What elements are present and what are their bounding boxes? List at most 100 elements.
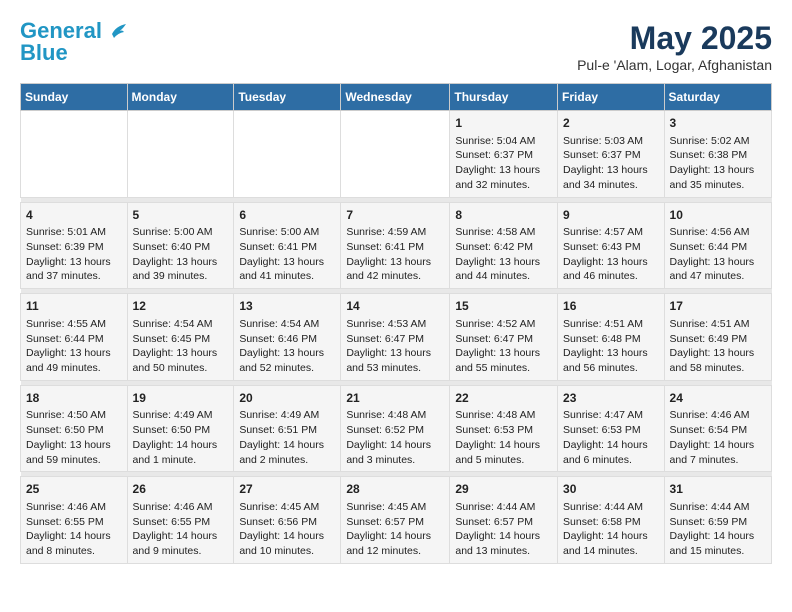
- day-info: Sunrise: 4:49 AM: [133, 408, 229, 423]
- calendar-week-row: 11Sunrise: 4:55 AMSunset: 6:44 PMDayligh…: [21, 294, 772, 381]
- day-info: Sunset: 6:53 PM: [563, 423, 659, 438]
- day-info: Daylight: 14 hours and 14 minutes.: [563, 529, 659, 558]
- day-info: Sunrise: 4:48 AM: [455, 408, 552, 423]
- day-info: Daylight: 13 hours and 59 minutes.: [26, 438, 122, 467]
- day-number: 24: [670, 390, 766, 407]
- day-number: 5: [133, 207, 229, 224]
- day-info: Daylight: 14 hours and 13 minutes.: [455, 529, 552, 558]
- calendar-cell: 31Sunrise: 4:44 AMSunset: 6:59 PMDayligh…: [664, 477, 771, 564]
- calendar-cell: 10Sunrise: 4:56 AMSunset: 6:44 PMDayligh…: [664, 202, 771, 289]
- header-sunday: Sunday: [21, 84, 128, 111]
- day-info: Sunset: 6:53 PM: [455, 423, 552, 438]
- day-info: Daylight: 13 hours and 46 minutes.: [563, 255, 659, 284]
- day-info: Daylight: 13 hours and 32 minutes.: [455, 163, 552, 192]
- calendar-cell: 5Sunrise: 5:00 AMSunset: 6:40 PMDaylight…: [127, 202, 234, 289]
- calendar-cell: [21, 111, 128, 198]
- day-info: Sunset: 6:47 PM: [346, 332, 444, 347]
- day-info: Sunrise: 4:49 AM: [239, 408, 335, 423]
- day-info: Sunrise: 4:51 AM: [670, 317, 766, 332]
- title-block: May 2025 Pul-e 'Alam, Logar, Afghanistan: [577, 20, 772, 73]
- day-info: Daylight: 14 hours and 3 minutes.: [346, 438, 444, 467]
- day-info: Sunrise: 4:57 AM: [563, 225, 659, 240]
- day-info: Sunrise: 4:44 AM: [455, 500, 552, 515]
- logo: GeneralBlue: [20, 20, 126, 64]
- month-title: May 2025: [577, 20, 772, 57]
- header-saturday: Saturday: [664, 84, 771, 111]
- day-info: Daylight: 13 hours and 44 minutes.: [455, 255, 552, 284]
- day-info: Sunset: 6:57 PM: [346, 515, 444, 530]
- calendar-cell: [234, 111, 341, 198]
- calendar-cell: 25Sunrise: 4:46 AMSunset: 6:55 PMDayligh…: [21, 477, 128, 564]
- day-number: 3: [670, 115, 766, 132]
- day-number: 7: [346, 207, 444, 224]
- day-number: 14: [346, 298, 444, 315]
- day-number: 4: [26, 207, 122, 224]
- calendar-cell: 29 Sunrise: 4:44 AMSunset: 6:57 PMDayligh…: [450, 477, 558, 564]
- day-number: 13: [239, 298, 335, 315]
- calendar-cell: 7Sunrise: 4:59 AMSunset: 6:41 PMDaylight…: [341, 202, 450, 289]
- day-info: Sunrise: 4:56 AM: [670, 225, 766, 240]
- day-info: Daylight: 13 hours and 49 minutes.: [26, 346, 122, 375]
- calendar-week-row: 25Sunrise: 4:46 AMSunset: 6:55 PMDayligh…: [21, 477, 772, 564]
- day-number: 16: [563, 298, 659, 315]
- day-info: Sunrise: 5:03 AM: [563, 134, 659, 149]
- day-info: Sunrise: 5:00 AM: [133, 225, 229, 240]
- day-info: Daylight: 13 hours and 37 minutes.: [26, 255, 122, 284]
- calendar-cell: 27Sunrise: 4:45 AMSunset: 6:56 PMDayligh…: [234, 477, 341, 564]
- day-info: Sunrise: 4:54 AM: [239, 317, 335, 332]
- day-info: Sunset: 6:49 PM: [670, 332, 766, 347]
- day-number: 2: [563, 115, 659, 132]
- day-info: Sunrise: 4:52 AM: [455, 317, 552, 332]
- day-info: Sunset: 6:37 PM: [455, 148, 552, 163]
- calendar-week-row: 1Sunrise: 5:04 AMSunset: 6:37 PMDaylight…: [21, 111, 772, 198]
- day-info: Daylight: 13 hours and 39 minutes.: [133, 255, 229, 284]
- calendar-header-row: SundayMondayTuesdayWednesdayThursdayFrid…: [21, 84, 772, 111]
- day-info: Sunrise: 4:59 AM: [346, 225, 444, 240]
- day-info: Sunrise: 4:53 AM: [346, 317, 444, 332]
- day-info: Daylight: 13 hours and 55 minutes.: [455, 346, 552, 375]
- day-info: Daylight: 14 hours and 2 minutes.: [239, 438, 335, 467]
- day-number: 22: [455, 390, 552, 407]
- day-info: Sunset: 6:57 PM: [455, 515, 552, 530]
- day-number: 17: [670, 298, 766, 315]
- day-info: Sunrise: 4:54 AM: [133, 317, 229, 332]
- day-number: 10: [670, 207, 766, 224]
- day-number: 11: [26, 298, 122, 315]
- day-info: Daylight: 13 hours and 41 minutes.: [239, 255, 335, 284]
- day-info: Sunset: 6:44 PM: [670, 240, 766, 255]
- day-number: 31: [670, 481, 766, 498]
- day-info: Daylight: 13 hours and 52 minutes.: [239, 346, 335, 375]
- day-info: Sunrise: 4:46 AM: [133, 500, 229, 515]
- header-friday: Friday: [558, 84, 665, 111]
- day-info: Daylight: 14 hours and 10 minutes.: [239, 529, 335, 558]
- location-title: Pul-e 'Alam, Logar, Afghanistan: [577, 57, 772, 73]
- day-info: Sunset: 6:46 PM: [239, 332, 335, 347]
- day-number: 9: [563, 207, 659, 224]
- day-info: Sunset: 6:58 PM: [563, 515, 659, 530]
- calendar-cell: 2Sunrise: 5:03 AMSunset: 6:37 PMDaylight…: [558, 111, 665, 198]
- day-info: Daylight: 14 hours and 1 minute.: [133, 438, 229, 467]
- calendar-cell: 19Sunrise: 4:49 AMSunset: 6:50 PMDayligh…: [127, 385, 234, 472]
- day-info: Sunset: 6:55 PM: [26, 515, 122, 530]
- day-info: Daylight: 13 hours and 50 minutes.: [133, 346, 229, 375]
- day-info: Sunrise: 5:02 AM: [670, 134, 766, 149]
- day-number: 29: [455, 481, 552, 498]
- day-number: 1: [455, 115, 552, 132]
- calendar-cell: 4Sunrise: 5:01 AMSunset: 6:39 PMDaylight…: [21, 202, 128, 289]
- day-info: Daylight: 13 hours and 35 minutes.: [670, 163, 766, 192]
- day-info: Sunset: 6:48 PM: [563, 332, 659, 347]
- day-info: Sunset: 6:55 PM: [133, 515, 229, 530]
- day-info: Daylight: 14 hours and 9 minutes.: [133, 529, 229, 558]
- day-info: Daylight: 13 hours and 56 minutes.: [563, 346, 659, 375]
- day-info: Sunset: 6:50 PM: [26, 423, 122, 438]
- day-info: Sunset: 6:56 PM: [239, 515, 335, 530]
- day-info: Sunrise: 4:45 AM: [239, 500, 335, 515]
- day-info: Sunrise: 4:48 AM: [346, 408, 444, 423]
- day-info: Sunset: 6:45 PM: [133, 332, 229, 347]
- day-info: Sunrise: 4:47 AM: [563, 408, 659, 423]
- calendar-cell: 6Sunrise: 5:00 AMSunset: 6:41 PMDaylight…: [234, 202, 341, 289]
- calendar-cell: 22Sunrise: 4:48 AMSunset: 6:53 PMDayligh…: [450, 385, 558, 472]
- calendar-cell: [341, 111, 450, 198]
- day-info: Daylight: 14 hours and 15 minutes.: [670, 529, 766, 558]
- day-info: Sunrise: 4:46 AM: [26, 500, 122, 515]
